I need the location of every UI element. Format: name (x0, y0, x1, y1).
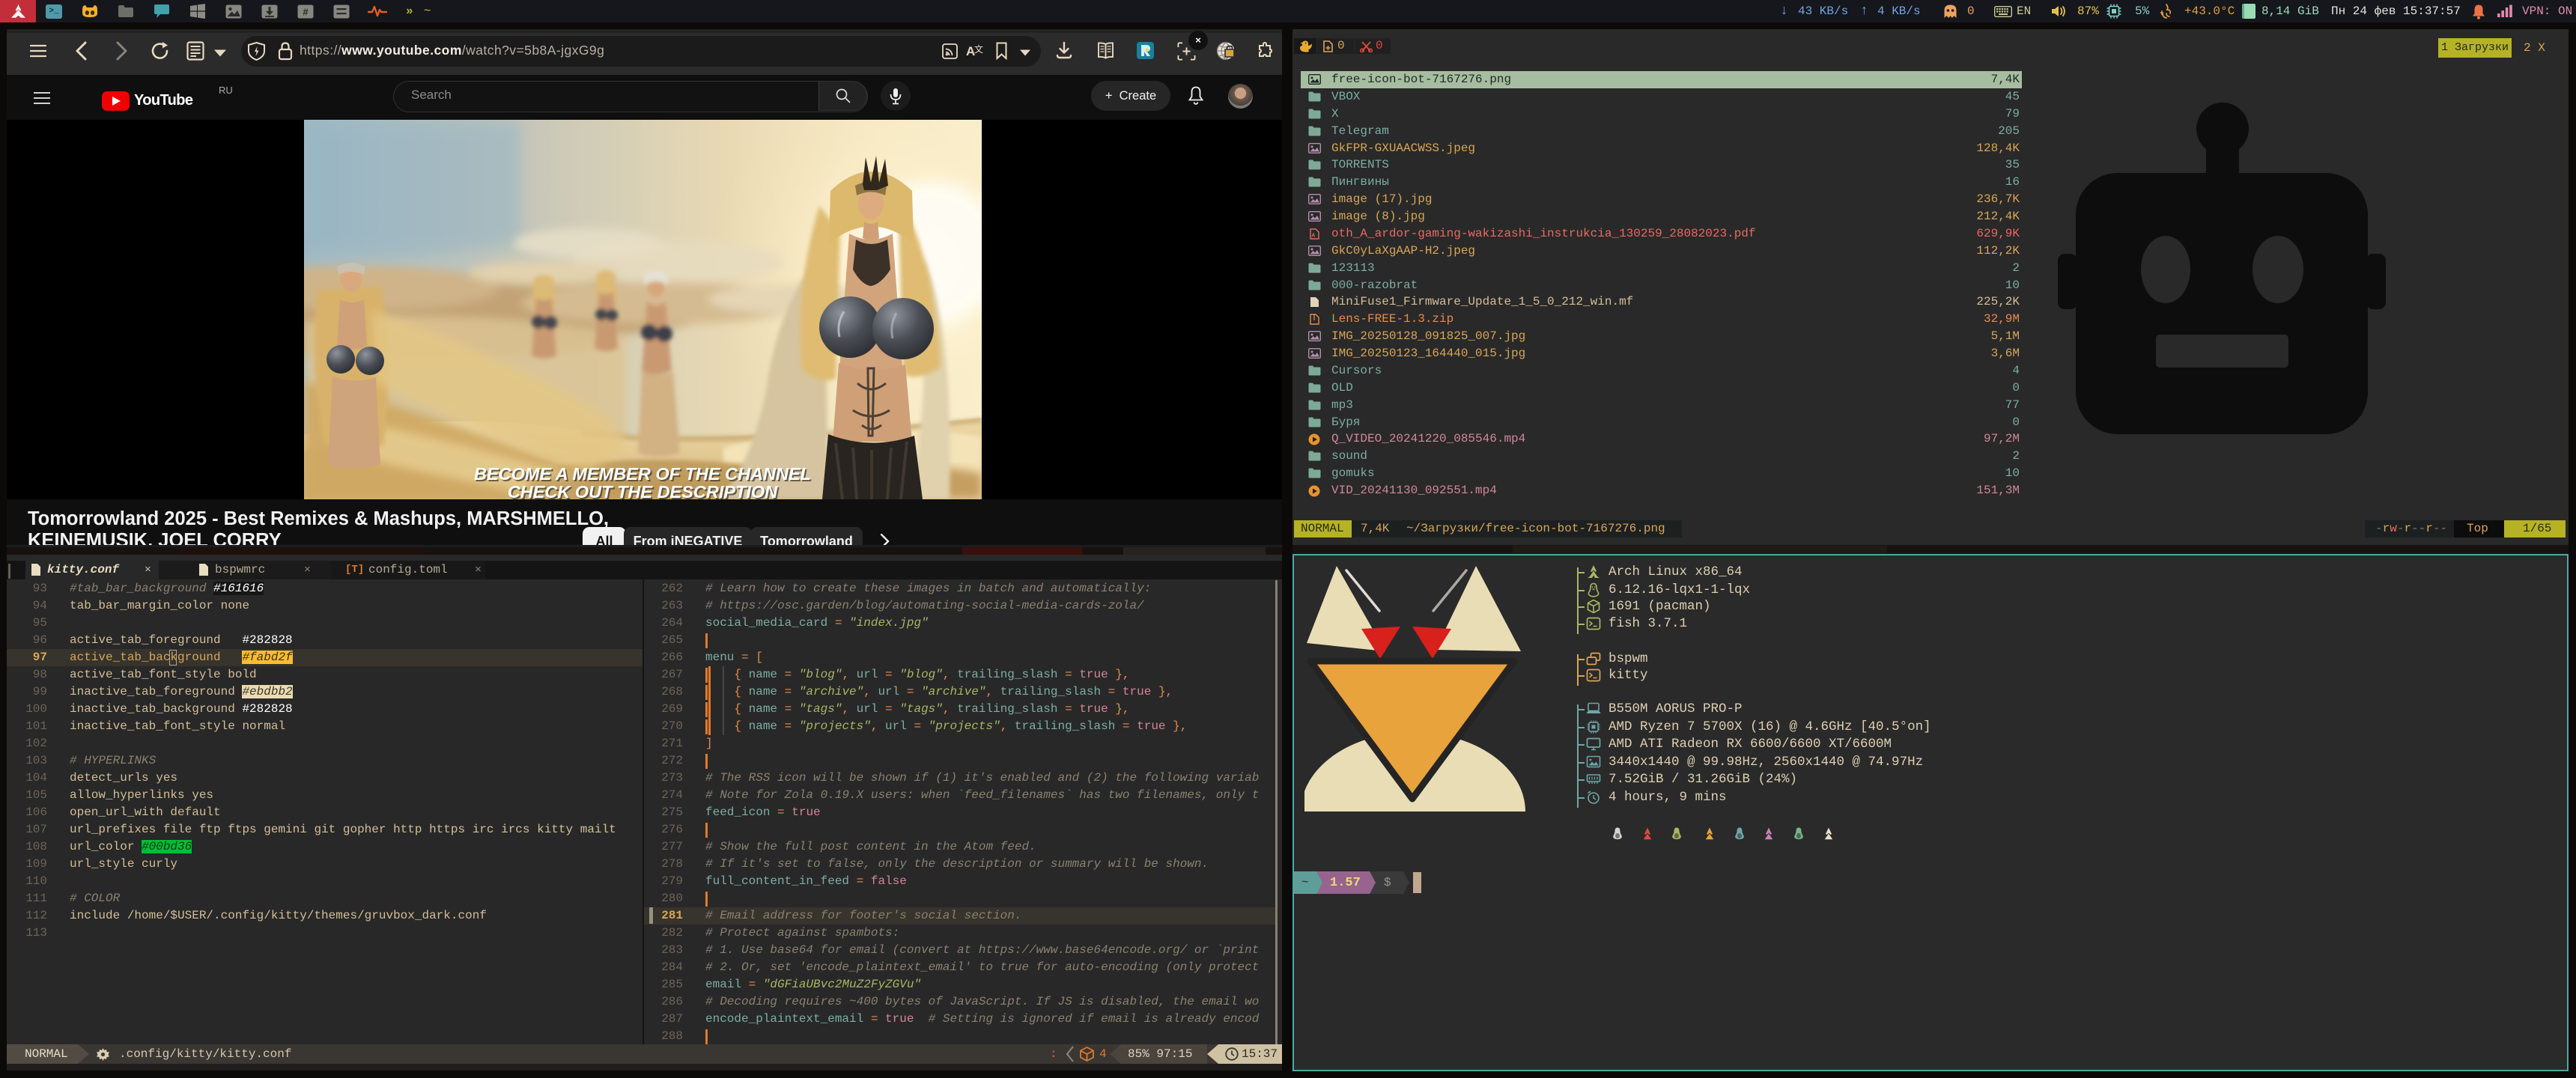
svg-text:CHECK OUT THE DESCRIPTION: CHECK OUT THE DESCRIPTION (508, 482, 778, 499)
svg-text:BECOME A MEMBER OF THE CHANNEL: BECOME A MEMBER OF THE CHANNEL (474, 464, 811, 484)
svg-text:A: A (1311, 234, 1315, 239)
svg-text:#: # (303, 6, 309, 17)
svg-text:文: 文 (974, 43, 983, 55)
